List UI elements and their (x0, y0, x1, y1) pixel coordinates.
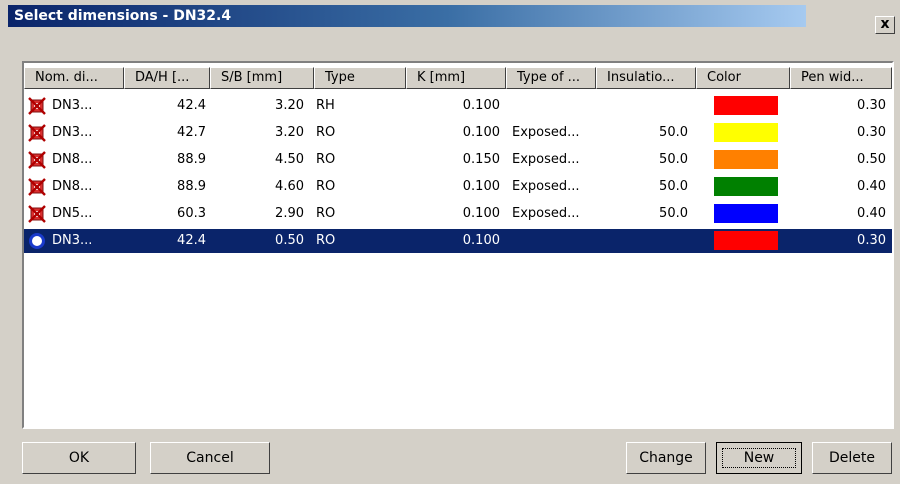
cell-insulation: 50.0 (659, 206, 688, 221)
cell-insulation: 50.0 (659, 125, 688, 140)
color-swatch (714, 177, 778, 196)
color-swatch (714, 204, 778, 223)
cell-pen-width: 0.50 (857, 152, 886, 167)
cell-k: 0.100 (462, 125, 500, 140)
cell-pen-width: 0.30 (857, 125, 886, 140)
color-swatch (714, 231, 778, 250)
cell-pen-width: 0.40 (857, 179, 886, 194)
table-row[interactable]: DN5... 60.3 2.90 RO 0.100 Exposed... 50.0 0.40 (24, 202, 892, 226)
circle-icon (29, 233, 45, 249)
table-row[interactable]: DN8... 88.9 4.60 RO 0.100 Exposed... 50.0 0.40 (24, 175, 892, 199)
new-button-focus-rect (722, 448, 796, 468)
cell-insulation (596, 94, 688, 118)
window-title: Select dimensions - DN32.4 (14, 8, 232, 24)
cell-type-of: Exposed... (512, 125, 580, 140)
cell-pen-width: 0.30 (857, 233, 886, 248)
cell-s-b: 0.50 (275, 233, 304, 248)
cell-type-of: Exposed... (512, 206, 580, 221)
table-row[interactable]: DN8... 88.9 4.50 RO 0.150 Exposed... 50.0 0.50 (24, 148, 892, 172)
cell-s-b: 3.20 (275, 98, 304, 113)
cell-da-h: 42.4 (177, 98, 206, 113)
new-button[interactable]: New (716, 442, 802, 474)
cell-k: 0.100 (462, 206, 500, 221)
cell-s-b: 4.60 (275, 179, 304, 194)
cell-type: RH (316, 98, 335, 113)
cell-type-of (512, 229, 596, 253)
cell-da-h: 88.9 (177, 152, 206, 167)
cell-pen-width: 0.40 (857, 206, 886, 221)
column-header-insulation[interactable]: Insulatio... (596, 67, 696, 89)
column-header-color[interactable]: Color (696, 67, 790, 89)
color-swatch (714, 150, 778, 169)
cell-da-h: 60.3 (177, 206, 206, 221)
crossed-pipe-icon (28, 205, 46, 223)
cell-type-of: Exposed... (512, 179, 580, 194)
select-dimensions-dialog: Select dimensions - DN32.4 x Nom. di... … (0, 0, 900, 484)
cell-da-h: 88.9 (177, 179, 206, 194)
cell-type: RO (316, 179, 336, 194)
delete-button[interactable]: Delete (812, 442, 892, 474)
cell-nominal-diameter: DN3... (52, 125, 93, 140)
ok-button[interactable]: OK (22, 442, 136, 474)
column-header-pen-width[interactable]: Pen wid... (790, 67, 892, 89)
cell-type-of: Exposed... (512, 152, 580, 167)
cell-type: RO (316, 125, 336, 140)
column-header-s-b[interactable]: S/B [mm] (210, 67, 314, 89)
cell-insulation: 50.0 (659, 152, 688, 167)
cell-s-b: 4.50 (275, 152, 304, 167)
crossed-pipe-icon (28, 178, 46, 196)
cell-nominal-diameter: DN3... (52, 98, 93, 113)
table-row[interactable]: DN3... 42.7 3.20 RO 0.100 Exposed... 50.0 0.30 (24, 121, 892, 145)
table-row[interactable]: DN3... 42.4 0.50 RO 0.100 0.30 (24, 229, 892, 253)
cell-insulation: 50.0 (659, 179, 688, 194)
color-swatch (714, 96, 778, 115)
cell-k: 0.100 (462, 233, 500, 248)
color-swatch (714, 123, 778, 142)
close-button[interactable]: x (875, 16, 895, 34)
dimensions-list[interactable]: Nom. di... DA/H [... S/B [mm] Type K [mm… (22, 61, 894, 429)
cell-nominal-diameter: DN8... (52, 179, 93, 194)
cell-k: 0.150 (462, 152, 500, 167)
crossed-pipe-icon (28, 124, 46, 142)
cell-nominal-diameter: DN8... (52, 152, 93, 167)
crossed-pipe-icon (28, 97, 46, 115)
column-header-da-h[interactable]: DA/H [... (124, 67, 210, 89)
crossed-pipe-icon (28, 151, 46, 169)
cell-type: RO (316, 152, 336, 167)
table-row[interactable]: DN3... 42.4 3.20 RH 0.100 0.30 (24, 94, 892, 118)
cell-type-of (512, 94, 596, 118)
cell-k: 0.100 (462, 179, 500, 194)
cell-pen-width: 0.30 (857, 98, 886, 113)
cell-type: RO (316, 233, 336, 248)
cell-k: 0.100 (462, 98, 500, 113)
title-bar: Select dimensions - DN32.4 x (0, 0, 900, 34)
cell-type: RO (316, 206, 336, 221)
change-button[interactable]: Change (626, 442, 706, 474)
column-header-type[interactable]: Type (314, 67, 406, 89)
cell-nominal-diameter: DN5... (52, 206, 93, 221)
column-header-nominal-diameter[interactable]: Nom. di... (24, 67, 124, 89)
cancel-button[interactable]: Cancel (150, 442, 270, 474)
column-header-type-of[interactable]: Type of ... (506, 67, 596, 89)
column-header-k[interactable]: K [mm] (406, 67, 506, 89)
cell-da-h: 42.4 (177, 233, 206, 248)
cell-nominal-diameter: DN3... (52, 233, 93, 248)
cell-da-h: 42.7 (177, 125, 206, 140)
close-icon: x (880, 16, 890, 32)
cell-s-b: 3.20 (275, 125, 304, 140)
cell-insulation (596, 229, 688, 253)
cell-s-b: 2.90 (275, 206, 304, 221)
